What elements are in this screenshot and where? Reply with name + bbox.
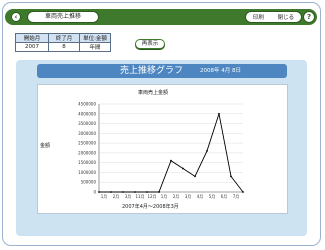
data-point: [170, 159, 172, 162]
x-tick-label: 1月: [101, 194, 108, 199]
x-tick-label: 3月: [125, 194, 132, 199]
close-button[interactable]: 閉じる: [278, 13, 295, 21]
info-header-end: 終了月: [48, 33, 80, 43]
info-value-start: 2007: [15, 42, 49, 52]
data-point: [182, 167, 184, 170]
y-tick-label: 1500000: [78, 160, 96, 165]
help-icon[interactable]: ?: [303, 11, 315, 23]
x-tick-label: 1月: [161, 194, 168, 199]
x-tick-label: 4月: [197, 194, 204, 199]
chart-header-date: 2008年 4月 8日: [200, 68, 241, 74]
data-point: [242, 191, 244, 193]
x-tick-label: 2月: [173, 194, 180, 199]
x-tick-label: 5月: [209, 194, 216, 199]
redisplay-button[interactable]: 再表示: [135, 39, 165, 49]
y-tick-label: 4500000: [78, 102, 96, 107]
x-tick-label: 12月: [147, 194, 156, 199]
y-tick-label: 0: [93, 190, 96, 195]
print-button[interactable]: 印刷: [253, 13, 264, 21]
chart-title: 車両売上金額: [138, 90, 169, 96]
data-point: [110, 191, 112, 193]
y-tick-label: 2000000: [78, 150, 96, 155]
data-point: [98, 191, 100, 193]
data-point: [122, 191, 124, 193]
data-point: [230, 175, 232, 178]
info-table: 開始月 終了月 単位:金額 2007 8 年間: [15, 33, 111, 52]
info-header-start: 開始月: [15, 33, 49, 43]
data-point: [134, 191, 136, 193]
info-value-end: 8: [48, 42, 80, 52]
data-point: [158, 191, 160, 193]
data-point: [206, 150, 208, 152]
line-chart: 0 500000 1000000 1500000 2000000 2500000 30000…: [78, 102, 244, 199]
data-point: [218, 112, 220, 115]
toolbar-buttons: 印刷 閉じる: [245, 11, 302, 23]
window-title: 車両売上推移: [27, 11, 99, 23]
x-tick-label: 3月: [185, 194, 192, 199]
x-tick-label: 6月: [221, 194, 228, 199]
y-axis-label: 金額: [40, 143, 51, 149]
info-value-unit: 年間: [79, 42, 111, 52]
y-tick-label: 3500000: [78, 121, 96, 126]
data-point: [146, 191, 148, 193]
x-tick-label: 2月: [113, 194, 120, 199]
chart-header-title: 売上推移グラフ: [120, 66, 184, 76]
y-tick-label: 500000: [81, 180, 97, 185]
data-point: [194, 175, 196, 178]
y-tick-label: 4000000: [78, 111, 96, 116]
x-tick-label: 7月: [233, 194, 240, 199]
x-tick-label: 11月: [135, 194, 144, 199]
info-header-unit: 単位:金額: [79, 33, 111, 43]
x-axis-label: 2007年4月〜2008年3月: [122, 204, 179, 210]
back-icon[interactable]: ‹: [11, 12, 21, 22]
info-table-header-row: 開始月 終了月 単位:金額: [15, 33, 111, 43]
info-table-value-row: 2007 8 年間: [15, 42, 111, 52]
y-tick-label: 3000000: [78, 131, 96, 136]
y-tick-label: 1000000: [78, 170, 96, 175]
y-tick-label: 2500000: [78, 141, 96, 146]
